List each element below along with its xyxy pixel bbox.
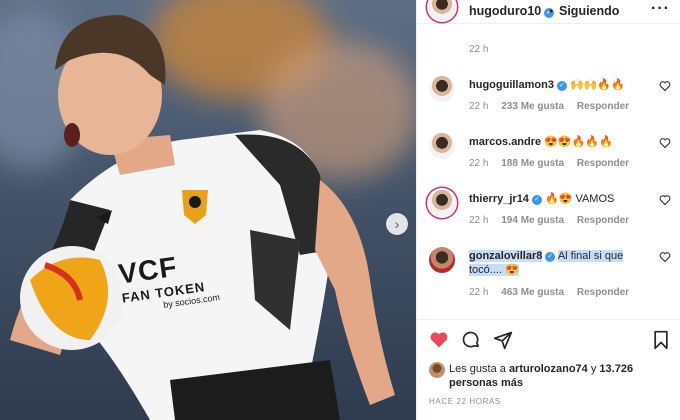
commenter-username[interactable]: gonzalovillar8 bbox=[469, 250, 543, 262]
comment-body: 😍😍🔥🔥🔥 bbox=[544, 136, 613, 148]
comment-meta: 22 h 194 Me gusta Responder bbox=[469, 215, 639, 226]
comment-meta: 22 h 463 Me gusta Responder bbox=[469, 287, 639, 298]
post-timestamp[interactable]: HACE 22 HORAS bbox=[429, 397, 501, 406]
reply-button[interactable]: Responder bbox=[577, 287, 629, 298]
actions-divider bbox=[417, 319, 680, 320]
verified-badge-icon: ✓ bbox=[556, 81, 567, 91]
comment-item: hugoguillamon3 ✓ 🙌🙌🔥🔥 22 h 233 Me gusta R… bbox=[417, 76, 680, 126]
commenter-avatar[interactable] bbox=[429, 76, 455, 102]
commenter-username[interactable]: hugoguillamon3 bbox=[469, 79, 554, 91]
commenter-avatar[interactable] bbox=[429, 247, 455, 273]
comment-time[interactable]: 22 h bbox=[469, 101, 488, 112]
reply-button[interactable]: Responder bbox=[577, 215, 629, 226]
player-illustration bbox=[10, 15, 395, 420]
comment-time[interactable]: 22 h bbox=[469, 215, 488, 226]
comment-item: marcos.andre 😍😍🔥🔥🔥 22 h 188 Me gusta Res… bbox=[417, 133, 680, 183]
reply-button[interactable]: Responder bbox=[577, 158, 629, 169]
comment-meta: 22 h 233 Me gusta Responder bbox=[469, 101, 639, 112]
caption-timestamp: 22 h bbox=[469, 44, 489, 55]
action-bar bbox=[429, 330, 673, 352]
post-detail-panel: hugoduro10 ✓ • Siguiendo ··· 22 h hugogui… bbox=[416, 0, 680, 420]
post-photo[interactable]: VCF FAN TOKEN by socios.com › bbox=[0, 0, 416, 420]
carousel-next-icon[interactable]: › bbox=[386, 213, 408, 235]
more-options-icon[interactable]: ··· bbox=[651, 0, 670, 18]
following-button[interactable]: Siguiendo bbox=[559, 4, 619, 18]
post-header: hugoduro10 ✓ • Siguiendo ··· bbox=[417, 0, 680, 24]
comment-body: 🙌🙌🔥🔥 bbox=[570, 79, 625, 91]
commenter-avatar[interactable] bbox=[429, 133, 455, 159]
heart-outline-icon[interactable] bbox=[659, 194, 671, 206]
verified-badge-icon: ✓ bbox=[545, 252, 556, 262]
comment-text: marcos.andre 😍😍🔥🔥🔥 bbox=[469, 135, 659, 149]
comment-likes[interactable]: 233 Me gusta bbox=[501, 101, 564, 112]
comment-icon[interactable] bbox=[461, 330, 481, 350]
likes-prefix: Les gusta a bbox=[449, 363, 506, 375]
likes-conj: y bbox=[590, 363, 597, 375]
comment-time[interactable]: 22 h bbox=[469, 158, 488, 169]
comment-text: thierry_jr14 ✓ 🔥😍 VAMOS bbox=[469, 192, 659, 206]
comment-meta: 22 h 188 Me gusta Responder bbox=[469, 158, 639, 169]
heart-outline-icon[interactable] bbox=[659, 137, 671, 149]
commenter-username[interactable]: thierry_jr14 bbox=[469, 193, 529, 205]
comment-time[interactable]: 22 h bbox=[469, 287, 488, 298]
comment-likes[interactable]: 188 Me gusta bbox=[501, 158, 564, 169]
verified-badge-icon: ✓ bbox=[531, 195, 542, 205]
comment-likes[interactable]: 194 Me gusta bbox=[501, 215, 564, 226]
liker-username[interactable]: arturolozano74 bbox=[509, 363, 588, 375]
separator-dot: • bbox=[549, 4, 554, 18]
author-avatar[interactable] bbox=[429, 0, 455, 20]
save-bookmark-icon[interactable] bbox=[651, 330, 671, 350]
likes-text: Les gusta a arturolozano74 y 13.726 pers… bbox=[449, 362, 669, 390]
author-username[interactable]: hugoduro10 bbox=[469, 4, 541, 18]
heart-outline-icon[interactable] bbox=[659, 80, 671, 92]
comment-body: 🔥😍 VAMOS bbox=[545, 193, 615, 205]
comment-item: gonzalovillar8 ✓ Al final si que tocó....… bbox=[417, 247, 680, 307]
commenter-avatar[interactable] bbox=[429, 190, 455, 216]
heart-outline-icon[interactable] bbox=[659, 251, 671, 263]
like-heart-filled-icon[interactable] bbox=[429, 330, 449, 350]
comment-text: gonzalovillar8 ✓ Al final si que tocó....… bbox=[469, 249, 659, 277]
comment-likes[interactable]: 463 Me gusta bbox=[501, 287, 564, 298]
comment-item: thierry_jr14 ✓ 🔥😍 VAMOS 22 h 194 Me gusta… bbox=[417, 190, 680, 240]
comment-text: hugoguillamon3 ✓ 🙌🙌🔥🔥 bbox=[469, 78, 659, 92]
liker-avatar[interactable] bbox=[429, 362, 445, 378]
commenter-username[interactable]: marcos.andre bbox=[469, 136, 541, 148]
share-direct-icon[interactable] bbox=[493, 330, 513, 350]
author-username-wrap[interactable]: hugoduro10 ✓ bbox=[469, 4, 555, 18]
reply-button[interactable]: Responder bbox=[577, 101, 629, 112]
